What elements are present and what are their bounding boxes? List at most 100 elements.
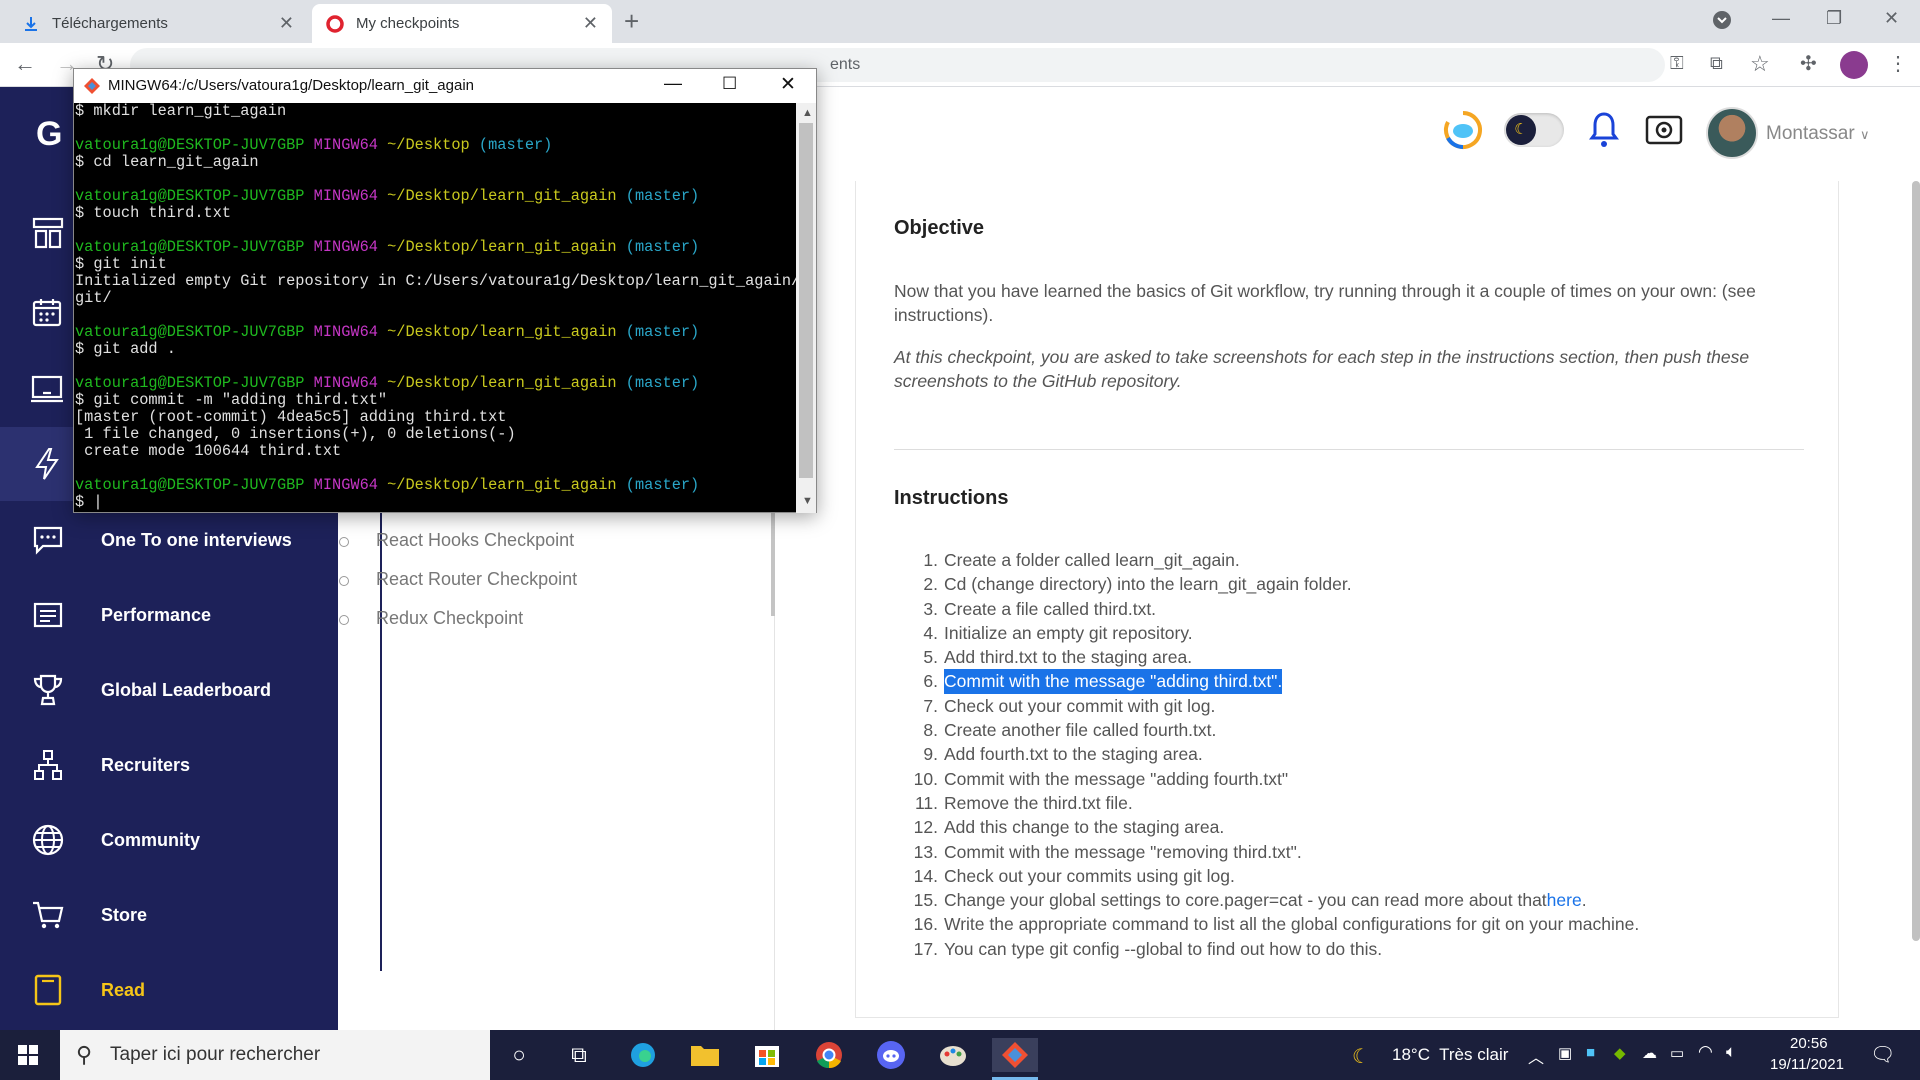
paint-icon[interactable] — [936, 1038, 970, 1072]
tab-downloads[interactable]: Téléchargements ✕ — [8, 4, 308, 43]
terminal-line: vatoura1g@DESKTOP-JUV7GBP MINGW64 ~/Desk… — [75, 324, 796, 341]
terminal-line: [master (root-commit) 4dea5c5] adding th… — [75, 408, 507, 426]
terminal-close-icon[interactable]: ✕ — [780, 73, 796, 96]
sidebar-item-performance[interactable]: Performance — [0, 585, 338, 645]
instruction-number: 2. — [923, 574, 938, 595]
instructions-list: 1. Create a folder called learn_git_again… — [894, 548, 1640, 961]
prompt-shell: MINGW64 — [313, 238, 388, 256]
notifications-icon[interactable]: 🗨︎ — [1870, 1042, 1895, 1067]
chrome-icon[interactable] — [812, 1038, 846, 1072]
profile-avatar[interactable] — [1840, 51, 1868, 79]
calendar-icon[interactable] — [32, 297, 62, 332]
tab-my-checkpoints[interactable]: My checkpoints ✕ — [312, 4, 612, 43]
battery-icon[interactable]: ▭ — [1670, 1044, 1684, 1062]
translate-icon[interactable]: ⧉ — [1710, 53, 1723, 74]
clock-time[interactable]: 20:56 — [1790, 1035, 1828, 1052]
close-tab-icon[interactable]: ✕ — [279, 13, 294, 34]
terminal-scrollbar[interactable]: ▲ ▼ — [796, 103, 816, 513]
edge-icon[interactable] — [626, 1038, 660, 1072]
checkpoint-item[interactable]: React Router Checkpoint — [339, 569, 577, 590]
sidebar-item-leaderboard[interactable]: Global Leaderboard — [0, 660, 338, 720]
back-icon[interactable]: ← — [14, 51, 36, 77]
cortana-icon[interactable]: ○ — [502, 1038, 536, 1072]
sidebar-item-community[interactable]: Community — [0, 810, 338, 870]
terminal-maximize-icon[interactable]: ☐ — [722, 74, 737, 94]
windows-start-icon[interactable] — [18, 1045, 38, 1070]
scroll-down-icon[interactable]: ▼ — [802, 495, 813, 507]
user-name[interactable]: Montassar ∨ — [1766, 123, 1870, 145]
user-avatar[interactable] — [1706, 107, 1758, 159]
terminal-titlebar[interactable]: MINGW64:/c/Users/vatoura1g/Desktop/learn… — [74, 69, 816, 103]
scroll-up-icon[interactable]: ▲ — [802, 107, 813, 119]
extensions-icon[interactable]: ✣ — [1800, 51, 1817, 76]
weather-status[interactable]: 18°C Très clair — [1392, 1045, 1508, 1065]
volume-icon[interactable]: 🔈︎ — [1726, 1042, 1736, 1062]
checkpoint-item[interactable]: Redux Checkpoint — [339, 608, 523, 629]
bookmark-star-icon[interactable]: ☆ — [1750, 51, 1770, 77]
instruction-item: 15. Change your global settings to core.p… — [894, 888, 1639, 912]
dark-mode-toggle[interactable]: ☾ — [1504, 113, 1564, 147]
taskbar-search[interactable]: ⚲ Taper ici pour rechercher — [60, 1030, 490, 1080]
file-explorer-icon[interactable] — [688, 1038, 722, 1072]
restore-icon[interactable]: ❐ — [1826, 8, 1842, 29]
laptop-icon[interactable] — [30, 375, 64, 408]
instruction-number: 9. — [923, 744, 938, 765]
sync-icon[interactable] — [1442, 109, 1484, 151]
instruction-item: 2. Cd (change directory) into the learn_g… — [894, 572, 1639, 596]
notification-bell-icon[interactable] — [1588, 111, 1620, 154]
close-tab-icon[interactable]: ✕ — [583, 13, 598, 34]
prompt-path: ~/Desktop/learn_git_again — [387, 323, 617, 341]
menu-icon[interactable]: ⋮ — [1888, 51, 1908, 76]
sidebar-item-store[interactable]: Store — [0, 885, 338, 945]
instruction-number: 14. — [913, 865, 938, 886]
store-icon[interactable] — [750, 1038, 784, 1072]
key-icon[interactable]: ⚿ — [1670, 53, 1684, 74]
tab-downloads-label: Téléchargements — [52, 15, 168, 32]
tray-app-icon[interactable]: ▣ — [1558, 1044, 1572, 1062]
terminal-line: $ mkdir learn_git_again — [75, 103, 287, 120]
instruction-item: 9. Add fourth.txt to the staging area. — [894, 742, 1639, 766]
terminal-minimize-icon[interactable]: — — [664, 73, 682, 94]
settings-gear-icon[interactable] — [1644, 111, 1684, 151]
instruction-number: 5. — [923, 647, 938, 668]
prompt-branch: (master) — [478, 136, 553, 154]
page-scrollbar[interactable] — [1912, 181, 1920, 941]
tray-network-app-icon[interactable]: ■ — [1586, 1044, 1595, 1061]
sidebar-item-label: Store — [101, 904, 148, 925]
dashboard-icon[interactable] — [32, 217, 64, 254]
prompt-branch: (master) — [625, 374, 700, 392]
search-icon: ⚲ — [76, 1042, 93, 1067]
terminal-scroll-thumb[interactable] — [799, 123, 813, 478]
url-tail: ents — [830, 56, 861, 73]
divider — [894, 449, 1804, 450]
git-bash-taskbar-icon[interactable] — [992, 1038, 1038, 1072]
nvidia-icon[interactable]: ◆ — [1614, 1044, 1626, 1062]
clock-date[interactable]: 19/11/2021 — [1770, 1056, 1844, 1073]
cloud-icon[interactable]: ☁ — [1642, 1044, 1657, 1062]
task-view-icon[interactable]: ⧉ — [562, 1038, 596, 1072]
instruction-text: Create another file called fourth.txt. — [944, 720, 1217, 741]
checkpoint-item[interactable]: React Hooks Checkpoint — [339, 530, 574, 551]
instruction-text: Add this change to the staging area. — [944, 817, 1225, 838]
discord-icon[interactable] — [874, 1038, 908, 1072]
here-link[interactable]: here — [1547, 890, 1582, 910]
minimize-icon[interactable]: — — [1772, 8, 1790, 29]
sidebar-item-read[interactable]: Read — [0, 960, 338, 1020]
instruction-text: Create a file called third.txt. — [944, 598, 1157, 619]
terminal-line: Initialized empty Git repository in C:/U… — [75, 272, 796, 290]
new-tab-icon[interactable]: + — [624, 6, 639, 37]
tab-search-icon[interactable] — [1712, 10, 1732, 35]
search-placeholder: Taper ici pour rechercher — [110, 1044, 321, 1065]
sidebar-item-recruiters[interactable]: Recruiters — [0, 735, 338, 795]
terminal-window[interactable]: MINGW64:/c/Users/vatoura1g/Desktop/learn… — [73, 68, 817, 513]
sidebar-item-label: Global Leaderboard — [101, 679, 272, 700]
wifi-icon[interactable]: ◠ — [1698, 1042, 1713, 1062]
close-window-icon[interactable]: ✕ — [1884, 8, 1899, 29]
terminal-output[interactable]: $ mkdir learn_git_again vatoura1g@DESKTOP… — [74, 103, 796, 513]
sidebar-item-interviews[interactable]: One To one interviews — [0, 510, 338, 570]
tray-chevron-icon[interactable]: ︿ — [1528, 1044, 1544, 1068]
